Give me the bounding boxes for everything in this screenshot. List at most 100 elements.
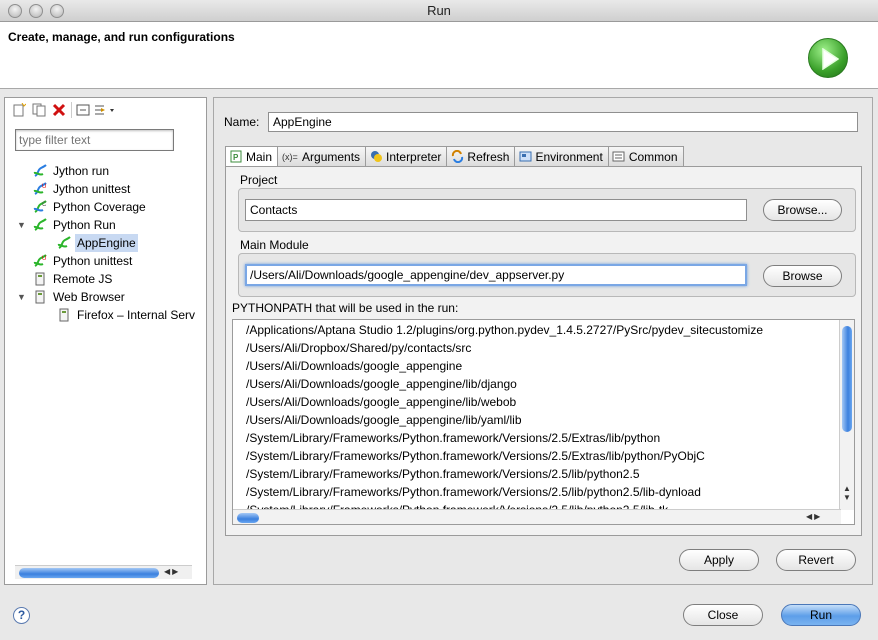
svg-text:(x)=: (x)= <box>282 152 298 162</box>
project-browse-button[interactable]: Browse... <box>763 199 842 221</box>
apply-button[interactable]: Apply <box>679 549 759 571</box>
duplicate-configuration-icon[interactable] <box>31 102 47 118</box>
pythonpath-entry[interactable]: /Applications/Aptana Studio 1.2/plugins/… <box>246 321 763 339</box>
main-module-label: Main Module <box>240 238 309 252</box>
refresh-icon <box>450 150 464 164</box>
pythonpath-entry[interactable]: /System/Library/Frameworks/Python.framew… <box>246 429 660 447</box>
python-run-icon <box>57 236 71 250</box>
tab-label: Interpreter <box>386 149 442 164</box>
main-module-field[interactable] <box>245 264 747 286</box>
tree-item[interactable]: ▼ Python Run <box>5 216 195 234</box>
close-button[interactable]: Close <box>683 604 763 626</box>
filter-menu-icon[interactable] <box>94 102 116 118</box>
pythonpath-list[interactable]: /System/Library/Frameworks/Python.framew… <box>232 319 855 525</box>
project-label: Project <box>240 173 278 187</box>
pythonpath-entry[interactable]: /System/Library/Frameworks/Python.framew… <box>246 447 705 465</box>
scroll-right-icon[interactable]: ▶ <box>172 567 178 576</box>
delete-configuration-icon[interactable] <box>51 102 67 118</box>
project-field[interactable] <box>245 199 747 221</box>
tree-item-label: Jython run <box>53 164 110 178</box>
pythonpath-entry[interactable]: /Users/Ali/Downloads/google_appengine <box>246 357 462 375</box>
collapse-all-icon[interactable] <box>71 102 90 118</box>
tab-environment[interactable]: Environment <box>515 146 609 167</box>
tree-item-label: Web Browser <box>53 290 125 304</box>
expand-triangle-icon[interactable]: ▼ <box>17 216 27 234</box>
horizontal-scrollbar-thumb[interactable] <box>237 513 259 523</box>
revert-button[interactable]: Revert <box>776 549 856 571</box>
help-icon[interactable]: ? <box>13 607 30 624</box>
name-label: Name: <box>224 115 260 129</box>
tree-item[interactable]: ▼ Web Browser <box>5 288 195 306</box>
pythonpath-entry[interactable]: /Users/Ali/Downloads/google_appengine/li… <box>246 375 517 393</box>
pythonpath-vertical-scrollbar[interactable]: ▲ ▼ <box>839 320 854 510</box>
tab-label: Arguments <box>302 149 361 164</box>
tree-item[interactable]: C Python Coverage <box>5 198 195 216</box>
python-unittest-icon: U <box>33 254 47 268</box>
main-tab-panel: Project Browse... Main Module Browse PYT… <box>225 166 862 536</box>
title-bar: Run <box>0 0 878 22</box>
tree-item[interactable]: AppEngine <box>5 234 195 252</box>
svg-text:U: U <box>42 256 46 262</box>
svg-text:U: U <box>42 184 46 190</box>
tab-interpreter[interactable]: Interpreter <box>366 146 448 167</box>
jython-run-icon <box>33 164 47 178</box>
python-run-icon <box>33 218 47 232</box>
tree-item-label: AppEngine <box>75 234 138 252</box>
pythonpath-entry[interactable]: /System/Library/Frameworks/Python.framew… <box>246 465 640 483</box>
pythonpath-horizontal-scrollbar[interactable]: ◀ ▶ <box>233 509 841 524</box>
scroll-down-icon[interactable]: ▼ <box>843 493 851 502</box>
tree-item[interactable]: Remote JS <box>5 270 195 288</box>
scrollbar-thumb[interactable] <box>19 568 159 578</box>
expand-triangle-icon[interactable]: ▼ <box>17 288 27 306</box>
web-browser-icon <box>33 290 47 304</box>
tab-label: Common <box>628 149 678 164</box>
new-configuration-icon[interactable] <box>11 102 27 118</box>
tree-item-label: Firefox – Internal Server <box>77 308 195 322</box>
pythonpath-label: PYTHONPATH that will be used in the run: <box>232 301 459 315</box>
pythonpath-entry[interactable]: /System/Library/Frameworks/Python.framew… <box>246 483 701 501</box>
tab-arguments[interactable]: (x)= Arguments <box>278 146 367 167</box>
vertical-scrollbar-thumb[interactable] <box>842 326 852 432</box>
python-coverage-icon: C <box>33 200 47 214</box>
tree-item[interactable]: Firefox – Internal Server <box>5 306 195 324</box>
svg-text:P: P <box>233 153 239 162</box>
tree-item[interactable]: U Python unittest <box>5 252 195 270</box>
common-icon <box>612 150 626 164</box>
svg-text:C: C <box>42 202 47 208</box>
scroll-left-icon[interactable]: ◀ <box>164 567 170 576</box>
tree-item-label: Jython unittest <box>53 182 131 196</box>
tab-label: Refresh <box>467 149 510 164</box>
pythonpath-entry[interactable]: /Users/Ali/Dropbox/Shared/py/contacts/sr… <box>246 339 471 357</box>
configuration-toolbar <box>11 102 116 118</box>
name-field[interactable] <box>268 112 858 132</box>
main-tab-icon: P <box>229 150 243 164</box>
tree-item[interactable]: Jython run <box>5 162 195 180</box>
tree-item-label: Python unittest <box>53 254 133 268</box>
run-button[interactable]: Run <box>781 604 861 626</box>
filter-input[interactable] <box>15 129 174 151</box>
environment-icon <box>518 150 532 164</box>
pythonpath-entry[interactable]: /Users/Ali/Downloads/google_appengine/li… <box>246 411 522 429</box>
tab-label: Environment <box>535 149 603 164</box>
pythonpath-entry[interactable]: /Users/Ali/Downloads/google_appengine/li… <box>246 393 516 411</box>
left-horizontal-scrollbar[interactable]: ◀ ▶ <box>15 565 192 579</box>
jython-unittest-icon: U <box>33 182 47 196</box>
interpreter-icon <box>369 150 383 164</box>
window-title: Run <box>427 3 451 18</box>
tree-item-label: Remote JS <box>53 272 113 286</box>
configuration-list-pane: Jython run U Jython unittest C Python Covera… <box>4 97 207 585</box>
scroll-up-icon[interactable]: ▲ <box>843 484 851 493</box>
run-logo-icon <box>808 38 848 78</box>
tab-refresh[interactable]: Refresh <box>447 146 516 167</box>
remote-js-icon <box>33 272 47 286</box>
main-module-group: Browse <box>238 253 856 297</box>
web-browser-icon <box>57 308 71 322</box>
tab-main[interactable]: P Main <box>225 146 279 167</box>
tree-item[interactable]: U Jython unittest <box>5 180 195 198</box>
main-module-browse-button[interactable]: Browse <box>763 265 842 287</box>
configuration-editor-pane: Name: P Main (x)= Arguments Interpreter Refre… <box>213 97 873 585</box>
dialog-header: Create, manage, and run configurations <box>0 22 878 89</box>
tab-common[interactable]: Common <box>608 146 684 167</box>
scroll-right-icon[interactable]: ▶ <box>814 512 820 521</box>
scroll-left-icon[interactable]: ◀ <box>806 512 812 521</box>
